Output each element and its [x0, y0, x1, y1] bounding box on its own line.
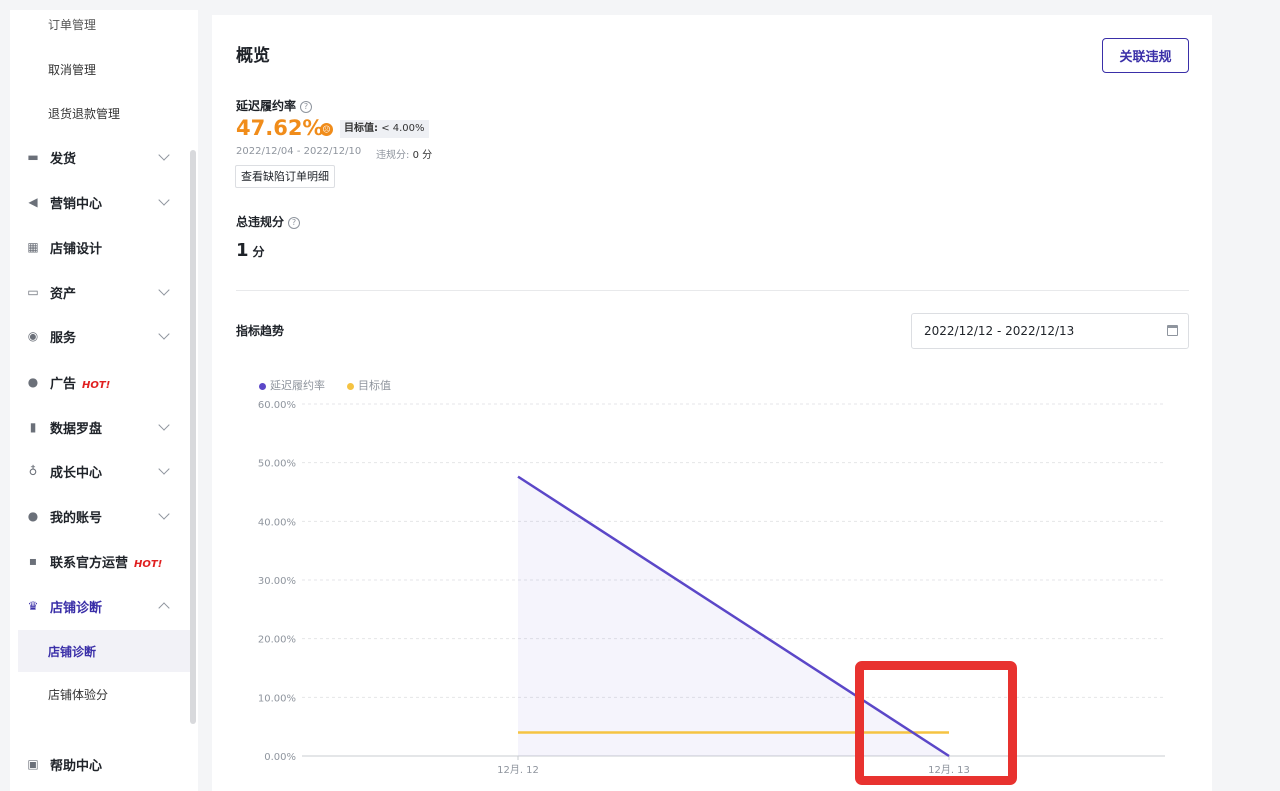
sidebar-item-store-diagnosis[interactable]: ♛ 店铺诊断 — [10, 591, 198, 621]
sidebar-item-data-compass[interactable]: ▮ 数据罗盘 — [10, 412, 198, 442]
chevron-down-icon — [158, 149, 170, 161]
sidebar-subitem-label: 店铺诊断 — [48, 645, 97, 659]
trend-chart: 60.00% 50.00% 40.00% 30.00% 20.00% 10.00% 0.00… — [258, 400, 1165, 776]
sidebar-subitem-refund[interactable]: 退货退款管理 — [48, 105, 120, 122]
main-panel: 概览 关联违规 延迟履约率? 47.62% ☹ 目标值: < 4.00% 202… — [212, 15, 1212, 791]
sidebar-item-label: 我的账号 — [50, 510, 103, 526]
sidebar-item-shipping[interactable]: ▬ 发货 — [10, 142, 198, 172]
sidebar-item-growth[interactable]: ♁ 成长中心 — [10, 456, 198, 486]
megaphone-icon: ◀ — [28, 195, 38, 209]
chevron-up-icon — [158, 602, 170, 614]
sidebar-subitem-order-partial[interactable]: 订单管理 — [48, 16, 96, 33]
chat-icon: ▪ — [28, 554, 38, 568]
sidebar-item-services[interactable]: ◉ 服务 — [10, 321, 198, 351]
sidebar-item-label: 发货 — [50, 151, 77, 167]
x-tick-label: 12月. 12 — [497, 764, 539, 776]
chevron-down-icon — [158, 463, 170, 475]
sidebar-item-account[interactable]: ● 我的账号 — [10, 501, 198, 531]
sidebar: 订单管理 取消管理 退货退款管理 ▬ 发货 ◀ 营销中心 ▦ 店铺设计 ▭ 资产… — [10, 10, 198, 791]
medal-icon: ♁ — [28, 464, 38, 478]
sidebar-item-contact-ops[interactable]: ▪ 联系官方运营 HOT! — [10, 546, 198, 576]
y-tick-label: 10.00% — [258, 693, 296, 704]
sidebar-item-marketing[interactable]: ◀ 营销中心 — [10, 187, 198, 217]
chevron-down-icon — [158, 194, 170, 206]
hot-badge: HOT! — [82, 379, 111, 391]
sidebar-item-label: 服务 — [50, 330, 77, 346]
sidebar-item-assets[interactable]: ▭ 资产 — [10, 277, 198, 307]
help-icon: ▣ — [27, 757, 39, 771]
truck-icon: ▬ — [27, 150, 39, 164]
user-icon: ● — [27, 509, 39, 523]
y-tick-label: 40.00% — [258, 517, 296, 528]
sidebar-scrollbar[interactable] — [190, 150, 196, 724]
chevron-down-icon — [158, 508, 170, 520]
chevron-down-icon — [158, 284, 170, 296]
bar-chart-icon: ▮ — [29, 420, 37, 434]
store-icon: ▦ — [27, 240, 39, 254]
ad-icon: ● — [27, 375, 39, 389]
sidebar-item-store-design[interactable]: ▦ 店铺设计 — [10, 232, 198, 262]
trophy-icon: ♛ — [27, 599, 39, 613]
sidebar-item-label: 帮助中心 — [50, 758, 103, 774]
sidebar-item-label: 广告 HOT! — [50, 373, 110, 392]
sidebar-item-label: 店铺设计 — [50, 241, 103, 257]
globe-icon: ◉ — [27, 329, 39, 343]
card-icon: ▭ — [27, 285, 39, 299]
sidebar-item-label: 成长中心 — [50, 465, 103, 481]
sidebar-item-label: 资产 — [50, 286, 77, 302]
hot-badge: HOT! — [134, 558, 163, 570]
sidebar-item-label: 数据罗盘 — [50, 421, 103, 437]
sidebar-item-label: 店铺诊断 — [50, 600, 103, 616]
sidebar-item-label: 营销中心 — [50, 196, 103, 212]
sidebar-subitem-cancel[interactable]: 取消管理 — [48, 61, 96, 78]
y-tick-label: 50.00% — [258, 459, 296, 470]
chevron-down-icon — [158, 328, 170, 340]
sidebar-item-help[interactable]: ▣ 帮助中心 — [10, 749, 198, 779]
y-tick-label: 20.00% — [258, 635, 296, 646]
sidebar-item-label: 联系官方运营 HOT! — [50, 552, 162, 571]
chevron-down-icon — [158, 419, 170, 431]
y-tick-label: 60.00% — [258, 400, 296, 411]
ads-label: 广告 — [50, 376, 77, 392]
highlight-annotation-box — [855, 661, 1017, 785]
y-tick-label: 0.00% — [264, 752, 296, 763]
y-tick-label: 30.00% — [258, 576, 296, 587]
sidebar-subitem-diagnosis-active[interactable]: 店铺诊断 — [18, 630, 192, 672]
sidebar-subitem-experience-score[interactable]: 店铺体验分 — [48, 686, 108, 703]
sidebar-item-ads[interactable]: ● 广告 HOT! — [10, 367, 198, 397]
contact-ops-label: 联系官方运营 — [50, 555, 129, 571]
